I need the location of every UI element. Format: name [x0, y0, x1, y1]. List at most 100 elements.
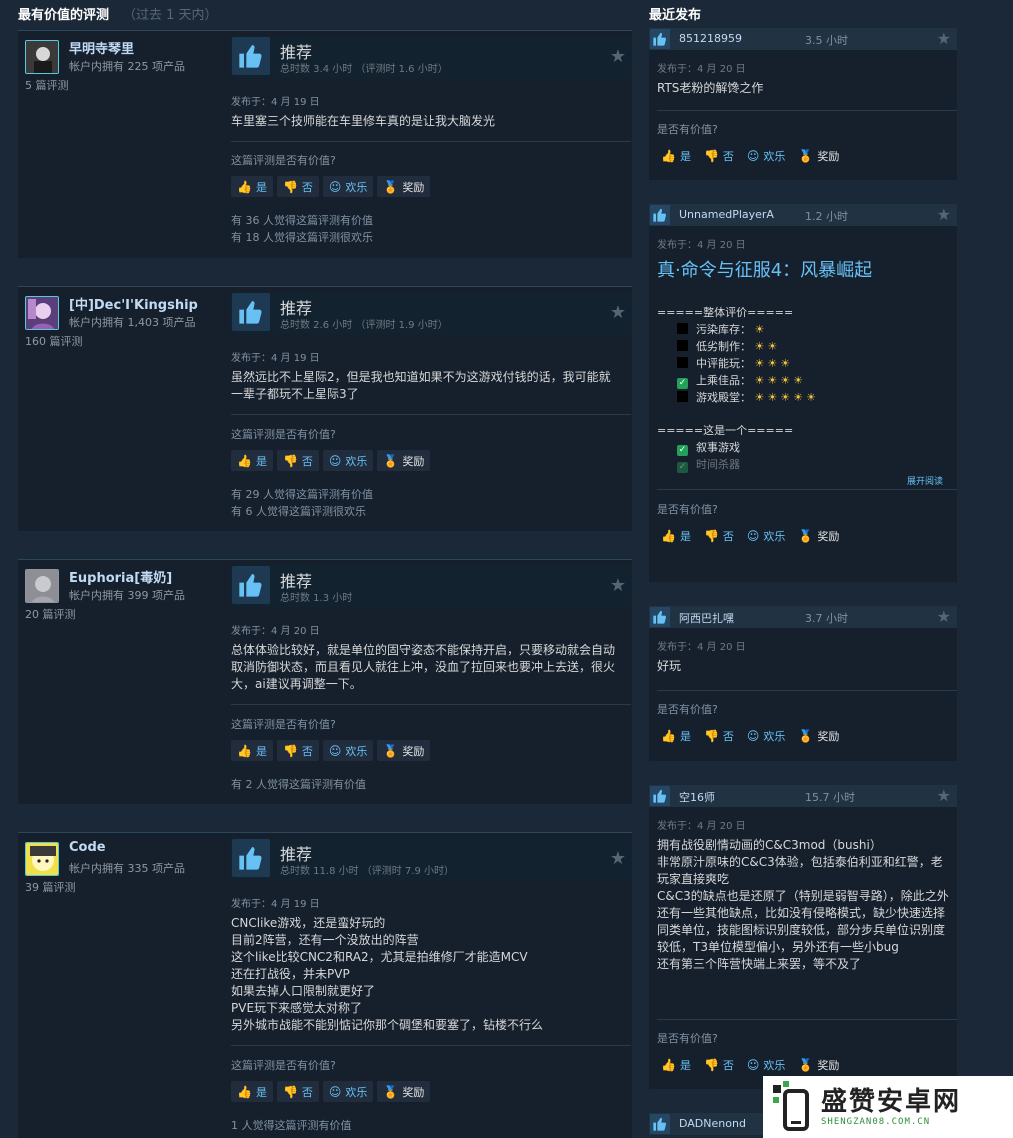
thumbs-up-icon: [650, 1114, 670, 1134]
reviewer-name[interactable]: DADNenond: [679, 1117, 746, 1130]
recent-list: 851218959 3.5 小时 ★ 发布于：4 月 20 日 RTS老粉的解馋…: [649, 28, 957, 1135]
vote-funny-label: 欢乐: [345, 180, 368, 194]
author-name[interactable]: Euphoria[毒奶]: [69, 567, 172, 586]
vote-no-button[interactable]: 👎 否: [700, 1054, 738, 1075]
vote-yes-button[interactable]: 👍 是: [657, 525, 695, 546]
avatar[interactable]: [25, 569, 59, 603]
award-star-icon[interactable]: ★: [937, 607, 951, 626]
vote-funny-button[interactable]: ☺ 欢乐: [743, 1054, 790, 1075]
vote-funny-label: 欢乐: [345, 1085, 368, 1099]
verdict-header[interactable]: 推荐 总时数 11.8 小时 （评测时 7.9 小时） ★: [230, 838, 632, 880]
author-owned[interactable]: 帐户内拥有 335 项产品: [69, 860, 185, 876]
vote-yes-button[interactable]: 👍 是: [657, 145, 695, 166]
rating-label: 低劣制作：: [696, 340, 751, 353]
thumbs-up-icon: [232, 839, 270, 877]
reviewer-name[interactable]: 阿西巴扎嘿: [679, 610, 734, 626]
thumbs-up-icon: 👍: [237, 1084, 252, 1099]
award-button[interactable]: 🏅 奖励: [377, 1081, 431, 1102]
award-star-icon[interactable]: ★: [610, 848, 626, 869]
expand-link[interactable]: 展开阅读: [907, 474, 943, 487]
author-name[interactable]: [中]Dec'I'Kingship: [69, 294, 198, 313]
checkbox-checked-icon: ✓: [677, 462, 688, 473]
award-label: 奖励: [402, 180, 425, 194]
avatar[interactable]: [25, 842, 59, 876]
vote-no-button[interactable]: 👎 否: [276, 740, 319, 761]
verdict-header[interactable]: 推荐 总时数 3.4 小时 （评测时 1.6 小时） ★: [230, 36, 632, 78]
thumbs-up-icon: [232, 566, 270, 604]
vote-buttons: 👍 是 👎 否 ☺ 欢乐 🏅 奖励: [657, 525, 843, 546]
award-star-icon[interactable]: ★: [610, 302, 626, 323]
award-label: 奖励: [817, 149, 840, 163]
award-star-icon[interactable]: ★: [937, 786, 951, 805]
author-owned[interactable]: 帐户内拥有 399 项产品: [69, 587, 185, 603]
vote-no-button[interactable]: 👎 否: [276, 1081, 319, 1102]
avatar[interactable]: [25, 40, 59, 74]
vote-no-button[interactable]: 👎 否: [700, 725, 738, 746]
vote-no-button[interactable]: 👎 否: [700, 145, 738, 166]
recent-review-header[interactable]: 851218959 3.5 小时 ★: [649, 28, 957, 50]
posted-date: 发布于：4 月 20 日: [657, 240, 746, 251]
verdict-header[interactable]: 推荐 总时数 2.6 小时 （评测时 1.9 小时） ★: [230, 292, 632, 334]
award-button[interactable]: 🏅 奖励: [794, 1054, 843, 1075]
vote-yes-label: 是: [679, 529, 691, 543]
vote-funny-button[interactable]: ☺ 欢乐: [322, 740, 374, 761]
vote-yes-button[interactable]: 👍 是: [231, 450, 273, 471]
recent-review-header[interactable]: 阿西巴扎嘿 3.7 小时 ★: [649, 606, 957, 628]
scorecard-section-title: =====这是一个=====: [657, 424, 794, 437]
vote-funny-button[interactable]: ☺ 欢乐: [743, 145, 790, 166]
helpful-question: 这篇评测是否有价值?: [231, 718, 336, 731]
award-button[interactable]: 🏅 奖励: [377, 176, 431, 197]
award-star-icon[interactable]: ★: [610, 46, 626, 67]
award-star-icon[interactable]: ★: [937, 205, 951, 224]
vote-no-button[interactable]: 👎 否: [276, 176, 319, 197]
review-card: Code 帐户内拥有 335 项产品 39 篇评测 推荐 总时数 11.8 小时…: [18, 832, 632, 1138]
author-name[interactable]: 早明寺琴里: [69, 38, 134, 57]
author-review-count[interactable]: 5 篇评测: [25, 77, 69, 93]
review-text: 好玩: [657, 659, 682, 673]
award-button[interactable]: 🏅 奖励: [794, 145, 843, 166]
award-button[interactable]: 🏅 奖励: [794, 525, 843, 546]
vote-yes-button[interactable]: 👍 是: [231, 740, 273, 761]
vote-funny-button[interactable]: ☺ 欢乐: [743, 525, 790, 546]
vote-yes-button[interactable]: 👍 是: [231, 176, 273, 197]
vote-yes-button[interactable]: 👍 是: [231, 1081, 273, 1102]
award-star-icon[interactable]: ★: [937, 29, 951, 48]
verdict-header[interactable]: 推荐 总时数 1.3 小时 ★: [230, 565, 632, 607]
award-button[interactable]: 🏅 奖励: [794, 725, 843, 746]
author-name[interactable]: Code: [69, 840, 106, 855]
rating-scorecard: =====整体评价===== 污染库存： ☀ 低劣制作： ☀☀ 中评能玩： ☀☀…: [657, 304, 952, 473]
vote-yes-label: 是: [679, 149, 691, 163]
avatar[interactable]: [25, 296, 59, 330]
author-review-count[interactable]: 20 篇评测: [25, 606, 76, 622]
author-review-count[interactable]: 39 篇评测: [25, 879, 76, 895]
author-owned[interactable]: 帐户内拥有 225 项产品: [69, 58, 185, 74]
vote-yes-button[interactable]: 👍 是: [657, 1054, 695, 1075]
recent-review-card: 空16师 15.7 小时 ★ 发布于：4 月 20 日 拥有战役剧情动画的C&C…: [649, 785, 957, 1089]
checkbox-empty-icon: [677, 323, 688, 334]
reviewer-name[interactable]: 空16师: [679, 789, 715, 805]
phone-logo-icon: [771, 1081, 811, 1133]
reviewer-name[interactable]: UnnamedPlayerA: [679, 208, 774, 221]
vote-funny-button[interactable]: ☺ 欢乐: [322, 176, 374, 197]
play-hours: 3.5 小时: [805, 34, 848, 47]
award-button[interactable]: 🏅 奖励: [377, 740, 431, 761]
vote-yes-button[interactable]: 👍 是: [657, 725, 695, 746]
review-card: Euphoria[毒奶] 帐户内拥有 399 项产品 20 篇评测 推荐 总时数…: [18, 559, 632, 804]
award-button[interactable]: 🏅 奖励: [377, 450, 431, 471]
vote-no-button[interactable]: 👎 否: [700, 525, 738, 546]
recent-review-header[interactable]: 空16师 15.7 小时 ★: [649, 785, 957, 807]
review-card: [中]Dec'I'Kingship 帐户内拥有 1,403 项产品 160 篇评…: [18, 286, 632, 531]
vote-funny-button[interactable]: ☺ 欢乐: [743, 725, 790, 746]
author-review-count[interactable]: 160 篇评测: [25, 333, 83, 349]
vote-funny-button[interactable]: ☺ 欢乐: [322, 450, 374, 471]
divider: [657, 690, 957, 691]
reviewer-name[interactable]: 851218959: [679, 32, 742, 45]
vote-no-button[interactable]: 👎 否: [276, 450, 319, 471]
vote-funny-button[interactable]: ☺ 欢乐: [322, 1081, 374, 1102]
thumbs-up-icon: [650, 205, 670, 225]
sun-icon: ☀☀☀: [754, 357, 794, 370]
recent-review-header[interactable]: UnnamedPlayerA 1.2 小时 ★: [649, 204, 957, 226]
author-owned[interactable]: 帐户内拥有 1,403 项产品: [69, 314, 195, 330]
award-star-icon[interactable]: ★: [610, 575, 626, 596]
divider: [231, 1045, 631, 1046]
